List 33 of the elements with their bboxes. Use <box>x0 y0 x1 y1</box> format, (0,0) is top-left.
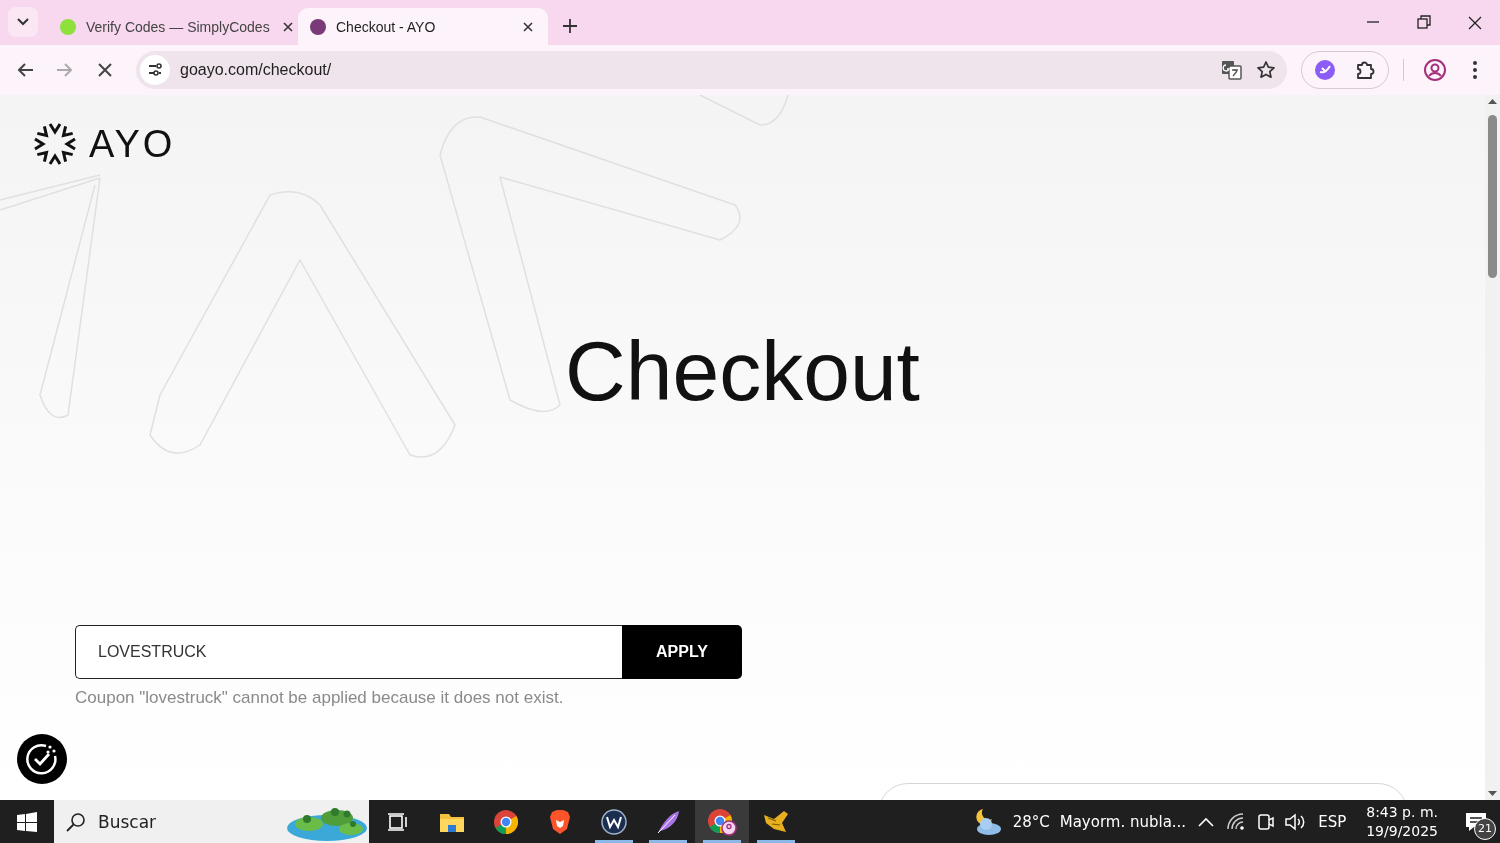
chrome-icon <box>707 807 737 836</box>
cookie-settings-button[interactable] <box>17 734 67 784</box>
address-bar[interactable]: goayo.com/checkout/ <box>136 51 1287 89</box>
search-field[interactable]: Buscar <box>54 800 369 843</box>
tab-search-button[interactable] <box>8 7 38 37</box>
temperature-text[interactable]: 28°C <box>1012 812 1050 831</box>
w-logo-icon <box>601 808 627 835</box>
starburst-logo-icon <box>33 122 77 166</box>
notification-count: 21 <box>1474 817 1496 840</box>
weather-text[interactable]: Mayorm. nubla... <box>1059 812 1187 831</box>
clock-time[interactable]: 8:43 p. m. <box>1366 802 1438 822</box>
language-indicator[interactable]: ESP <box>1318 812 1347 831</box>
browser-tab[interactable]: Checkout - AYO <box>298 8 548 45</box>
clock-date[interactable]: 19/9/2025 <box>1366 821 1438 841</box>
page-title: Checkout <box>565 329 920 413</box>
browser-tab[interactable]: Verify Codes — SimplyCodes <box>48 8 298 45</box>
camera-icon[interactable] <box>1256 811 1275 832</box>
restore-icon[interactable] <box>1414 13 1433 32</box>
error-message: Coupon "lovestruck" cannot be applied because it does not exist. <box>75 688 565 708</box>
site-settings-icon[interactable] <box>140 55 170 85</box>
caret-icon <box>17 18 29 26</box>
scrollbar[interactable] <box>1485 95 1500 800</box>
logo-text: AYO <box>89 122 176 166</box>
search-icon <box>66 811 86 832</box>
taskbar-app[interactable] <box>695 800 749 843</box>
coupon-field[interactable]: LOVESTRUCK <box>75 625 622 679</box>
cookie-check-icon <box>24 741 60 777</box>
task-view-icon <box>387 810 409 833</box>
scrollbar-thumb[interactable] <box>1488 115 1497 278</box>
chrome-icon <box>493 808 519 835</box>
feather-icon <box>655 808 681 835</box>
network-icon[interactable] <box>1226 812 1247 831</box>
apply-button[interactable]: APPLY <box>622 625 742 679</box>
